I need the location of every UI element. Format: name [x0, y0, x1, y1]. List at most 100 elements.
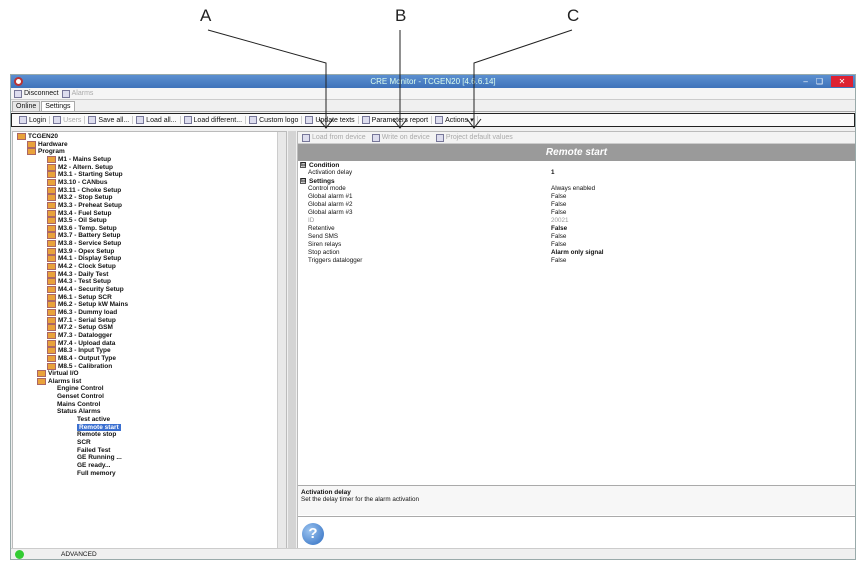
tree-node-setup[interactable]: M2 - Altern. Setup: [47, 163, 113, 171]
write-on-device-button[interactable]: Write on device: [371, 133, 430, 142]
tree-node-status-alarm[interactable]: GE ready...: [77, 462, 110, 469]
close-icon[interactable]: ✕: [831, 76, 853, 87]
tree-node-setup[interactable]: M3.3 - Preheat Setup: [47, 201, 122, 209]
custom-logo-button[interactable]: Custom logo: [246, 116, 303, 124]
tree-node-setup[interactable]: M7.2 - Setup GSM: [47, 324, 113, 332]
disconnect-button[interactable]: Disconnect: [14, 89, 59, 98]
tree-node-setup[interactable]: M1 - Mains Setup: [47, 155, 111, 163]
tree-node-setup[interactable]: M3.4 - Fuel Setup: [47, 209, 111, 217]
property-row[interactable]: Control mode Always enabled: [298, 185, 855, 193]
description-text: Set the delay timer for the alarm activa…: [301, 496, 419, 503]
property-row[interactable]: Global alarm #1 False: [298, 193, 855, 201]
tree-node-setup[interactable]: M3.6 - Temp. Setup: [47, 224, 117, 232]
tree-node-setup[interactable]: M3.2 - Stop Setup: [47, 194, 113, 202]
property-value[interactable]: 20021: [551, 217, 569, 224]
tree-node-setup[interactable]: M4.3 - Test Setup: [47, 278, 111, 286]
tree-node-alarm-group[interactable]: Mains Control: [57, 401, 100, 408]
tree-node-setup[interactable]: M4.3 - Daily Test: [47, 270, 108, 278]
tree-node-label: M8.5 - Calibration: [58, 362, 113, 370]
collapse-icon[interactable]: ⊟: [300, 162, 306, 168]
tree-node-setup[interactable]: M6.2 - Setup kW Mains: [47, 301, 128, 309]
tree-node-setup[interactable]: M3.9 - Opex Setup: [47, 247, 114, 255]
tree-node-status-alarm[interactable]: Full memory: [77, 470, 116, 477]
property-value[interactable]: Always enabled: [551, 185, 595, 192]
tree-node-alarm-group[interactable]: Genset Control: [57, 393, 104, 400]
load-from-device-button[interactable]: Load from device: [302, 133, 366, 142]
property-row[interactable]: Activation delay 1: [298, 169, 855, 177]
tree-scrollbar[interactable]: [277, 132, 286, 548]
help-icon[interactable]: ?: [302, 523, 324, 545]
load-all-button[interactable]: Load all...: [133, 116, 181, 124]
tree-node-hardware[interactable]: Hardware: [27, 140, 68, 148]
update-texts-button[interactable]: Update texts: [302, 116, 359, 124]
maximize-icon[interactable]: ❑: [816, 77, 823, 86]
tree-node-status-alarm[interactable]: Failed Test: [77, 447, 110, 454]
users-button[interactable]: Users: [50, 116, 86, 124]
property-value[interactable]: False: [551, 193, 566, 200]
login-button[interactable]: Login: [16, 116, 51, 124]
group-condition[interactable]: ⊟ Condition: [298, 161, 855, 169]
minimize-icon[interactable]: –: [803, 77, 807, 86]
property-value[interactable]: False: [551, 241, 566, 248]
tree-node-setup[interactable]: M8.3 - Input Type: [47, 347, 111, 355]
tree-node-setup[interactable]: M8.5 - Calibration: [47, 362, 113, 370]
panel-splitter[interactable]: [288, 131, 296, 549]
property-value[interactable]: False: [551, 225, 567, 232]
tree-node-root[interactable]: TCGEN20: [17, 133, 58, 140]
tree-node-setup[interactable]: M3.10 - CANbus: [47, 178, 107, 186]
property-row[interactable]: Global alarm #3 False: [298, 209, 855, 217]
tree-node-setup[interactable]: M3.11 - Choke Setup: [47, 186, 121, 194]
tree-node-alarm-group[interactable]: Engine Control: [57, 385, 104, 392]
property-name: Global alarm #2: [308, 201, 353, 208]
tree-node-setup[interactable]: M4.2 - Clock Setup: [47, 263, 116, 271]
property-value[interactable]: False: [551, 233, 566, 240]
parameters-report-button[interactable]: Parameters report: [359, 116, 433, 124]
property-row[interactable]: Global alarm #2 False: [298, 201, 855, 209]
description-box: Activation delay Set the delay timer for…: [298, 485, 855, 515]
tree-node-status-alarm[interactable]: Remote start: [77, 423, 121, 431]
tab-settings[interactable]: Settings: [41, 101, 75, 111]
tree-node-setup[interactable]: M7.3 - Datalogger: [47, 331, 112, 339]
load-different-button[interactable]: Load different...: [181, 116, 247, 124]
tree-node-setup[interactable]: M3.1 - Starting Setup: [47, 171, 123, 179]
tree-node-setup[interactable]: M4.1 - Display Setup: [47, 255, 121, 263]
property-row[interactable]: Send SMS False: [298, 233, 855, 241]
tree-node-setup[interactable]: M3.7 - Battery Setup: [47, 232, 121, 240]
tree-node-label: M3.6 - Temp. Setup: [58, 224, 117, 232]
tree-node-status-alarm[interactable]: Remote stop: [77, 431, 116, 438]
tree-node-status-alarm[interactable]: GE Running ...: [77, 454, 122, 461]
property-row[interactable]: Stop action Alarm only signal: [298, 249, 855, 257]
property-value[interactable]: False: [551, 209, 566, 216]
property-value[interactable]: False: [551, 201, 566, 208]
property-value[interactable]: Alarm only signal: [551, 249, 604, 256]
property-row[interactable]: ID 20021: [298, 217, 855, 225]
tree-node-program[interactable]: Program: [27, 148, 65, 156]
tree-node-alarm-group[interactable]: Status Alarms: [57, 408, 100, 415]
save-all-button[interactable]: Save all...: [85, 116, 134, 124]
actions-menu-button[interactable]: Actions ▾: [432, 116, 478, 124]
alarms-button[interactable]: Alarms: [61, 89, 93, 98]
collapse-icon[interactable]: ⊟: [300, 178, 306, 184]
tree-node-setup[interactable]: M6.1 - Setup SCR: [47, 293, 112, 301]
tree-node-setup[interactable]: M3.8 - Service Setup: [47, 240, 121, 248]
tree-node-label: M6.3 - Dummy load: [58, 308, 118, 316]
group-settings[interactable]: ⊟ Settings: [298, 177, 855, 185]
tree-node-status-alarm[interactable]: Test active: [77, 416, 110, 423]
tree-node-setup[interactable]: M3.5 - Oil Setup: [47, 217, 107, 225]
property-row[interactable]: Retentive False: [298, 225, 855, 233]
tree-node-setup[interactable]: M7.1 - Serial Setup: [47, 316, 116, 324]
tree-node-alarms-list[interactable]: Alarms list: [37, 377, 81, 385]
tree-node-setup[interactable]: M4.4 - Security Setup: [47, 286, 124, 293]
project-defaults-button[interactable]: Project default values: [435, 133, 513, 142]
tree-node-virtual-io[interactable]: Virtual I/O: [37, 370, 79, 378]
property-value[interactable]: 1: [551, 169, 555, 176]
property-row[interactable]: Siren relays False: [298, 241, 855, 249]
tree-node-setup[interactable]: M6.3 - Dummy load: [47, 308, 118, 316]
tab-online[interactable]: Online: [12, 101, 41, 111]
tree-node-setup[interactable]: M8.4 - Output Type: [47, 354, 116, 362]
tree-node-setup[interactable]: M7.4 - Upload data: [47, 339, 115, 347]
property-value[interactable]: False: [551, 257, 566, 264]
property-row[interactable]: Triggers datalogger False: [298, 257, 855, 265]
tree-node-status-alarm[interactable]: SCR: [77, 439, 91, 446]
parameter-tree[interactable]: TCGEN20 Hardware Program M1 - Mains Setup M2…: [12, 131, 287, 549]
